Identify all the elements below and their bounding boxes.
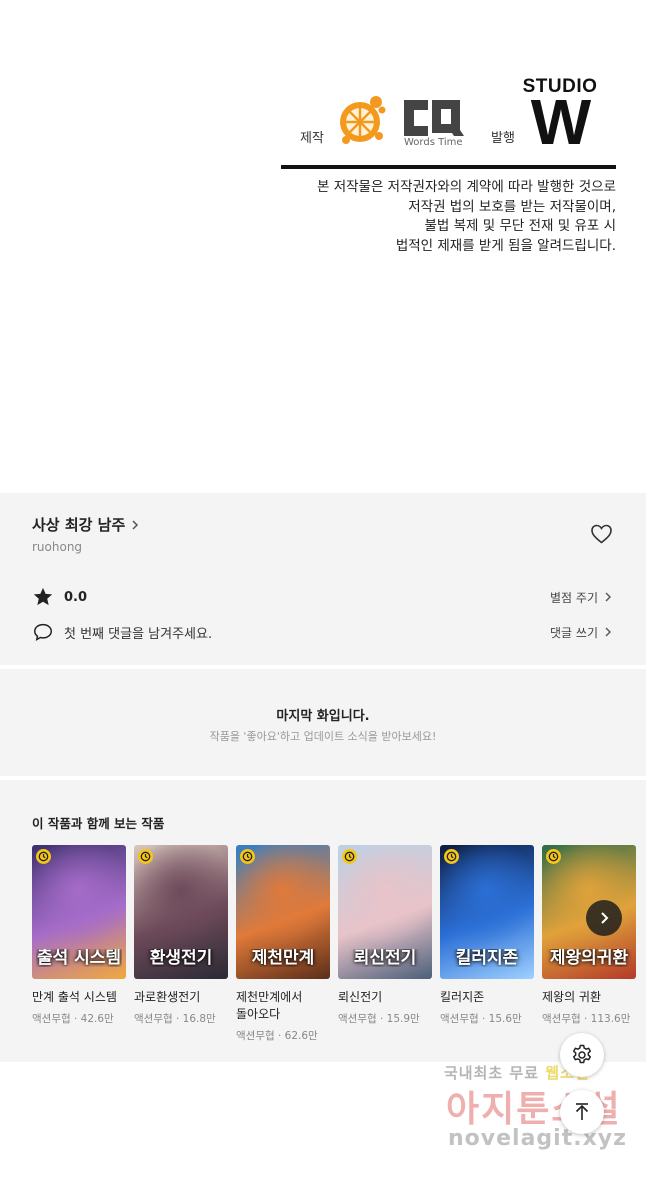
rating-row: 0.0 별점 주기 (32, 585, 614, 609)
chevron-right-icon (132, 519, 139, 530)
arrow-up-icon (575, 1103, 589, 1120)
clock-icon (444, 849, 459, 864)
publisher-label: 발행 (491, 131, 515, 146)
card-meta: 액션무협 · 113.6만 (542, 1013, 631, 1025)
notice-line: 불법 복제 및 무단 전재 및 유포 시 (424, 218, 617, 234)
work-title-link[interactable]: 사상 최강 남주 (32, 514, 142, 535)
recommendation-card[interactable]: 킬러지존 킬러지존 액션무협 · 15.6만 (440, 845, 534, 1026)
recommendations-heading: 이 작품과 함께 보는 작품 (32, 816, 165, 831)
card-title: 과로환생전기 (134, 990, 201, 1004)
scroll-top-button[interactable] (560, 1090, 604, 1134)
card-title: 뢰신전기 (338, 990, 383, 1004)
write-comment-label: 댓글 쓰기 (550, 625, 598, 640)
cover-image: 출석 시스템 (32, 845, 126, 979)
card-meta: 액션무협 · 62.6만 (236, 1030, 318, 1042)
card-meta: 액션무협 · 15.6만 (440, 1013, 522, 1025)
rate-button-label: 별점 주기 (550, 590, 598, 605)
cover-image: 뢰신전기 (338, 845, 432, 979)
card-title: 만계 출석 시스템 (32, 990, 117, 1004)
card-meta: 액션무협 · 42.6만 (32, 1013, 114, 1025)
recommendations-carousel: 출석 시스템 만계 출석 시스템 액션무협 · 42.6만 환생전기 과로환생전기 액션무… (32, 845, 646, 1045)
cover-title-text: 제왕의귀환 (549, 949, 629, 967)
credits-section: 제작 Words Time 발행 STUDIO W 본 저작물은 저작권자와의 … (0, 0, 646, 493)
work-info-panel: 사상 최강 남주 ruohong 0.0 별점 주기 첫 번째 댓글을 남겨주세… (0, 493, 646, 665)
recommendation-card[interactable]: 제천만계제천만계에서 돌아오다액션무협 · 62.6만 (236, 845, 330, 1043)
cq-logo-subtitle: Words Time (404, 137, 463, 148)
write-comment-button[interactable]: 댓글 쓰기 (550, 620, 614, 644)
clock-icon (342, 849, 357, 864)
recommendation-card[interactable]: 제왕의귀환제왕의 귀환액션무협 · 113.6만 (542, 845, 636, 1026)
comment-row: 첫 번째 댓글을 남겨주세요. 댓글 쓰기 (32, 620, 614, 644)
clock-icon (240, 849, 255, 864)
notice-line: 법적인 제재를 받게 됨을 알려드립니다. (395, 237, 616, 254)
card-title: 제왕의 귀환 (542, 990, 602, 1004)
cover-title-text: 뢰신전기 (353, 949, 417, 967)
card-meta: 액션무협 · 16.8만 (134, 1013, 216, 1025)
recommendation-card[interactable]: 뢰신전기 뢰신전기 액션무협 · 15.9만 (338, 845, 432, 1026)
rating-value: 0.0 (64, 589, 88, 605)
card-meta: 액션무협 · 15.9만 (338, 1013, 420, 1025)
chevron-right-icon (605, 627, 611, 637)
card-title: 킬러지존 (440, 990, 485, 1004)
clock-icon (36, 849, 51, 864)
star-icon (33, 587, 53, 606)
chevron-right-icon (605, 592, 611, 602)
watermark-line3: novelagit.xyz (448, 1126, 627, 1151)
last-episode-subtitle: 작품을 '좋아요'하고 업데이트 소식을 받아보세요! (209, 730, 437, 743)
last-episode-panel: 마지막 화입니다. 작품을 '좋아요'하고 업데이트 소식을 받아보세요! (0, 669, 646, 776)
chevron-right-icon (601, 912, 609, 924)
comment-prompt: 첫 번째 댓글을 남겨주세요. (64, 626, 213, 642)
gear-icon (572, 1044, 592, 1064)
rate-button[interactable]: 별점 주기 (550, 585, 614, 609)
notice-line: 본 저작물은 저작권자와의 계약에 따라 발행한 것으로 (317, 179, 616, 195)
card-title: 제천만계에서 돌아오다 (236, 990, 303, 1021)
cover-title-text: 제천만계 (251, 949, 315, 967)
copyright-notice: 본 저작물은 저작권자와의 계약에 따라 발행한 것으로 저작권 법의 보호를 … (256, 178, 616, 256)
studio-w-logo: STUDIO W (520, 76, 600, 156)
notice-line: 저작권 법의 보호를 받는 저작물이며, (408, 198, 616, 215)
author-name: ruohong (32, 540, 83, 554)
settings-button[interactable] (560, 1033, 604, 1077)
work-title: 사상 최강 남주 (32, 516, 126, 534)
clock-icon (546, 849, 561, 864)
cover-image: 킬러지존 (440, 845, 534, 979)
cover-title-text: 킬러지존 (455, 949, 519, 967)
recommendation-card[interactable]: 환생전기과로환생전기액션무협 · 16.8만 (134, 845, 228, 1026)
recommendations-panel: 이 작품과 함께 보는 작품 출석 시스템만계 출석 시스템액션무협 · 42.… (0, 780, 646, 1062)
heart-icon[interactable] (589, 522, 614, 546)
cover-image: 환생전기 (134, 845, 228, 979)
divider-rule (281, 165, 616, 169)
cover-image: 제천만계 (236, 845, 330, 979)
last-episode-title: 마지막 화입니다. (276, 709, 370, 724)
cover-title-text: 출석 시스템 (36, 949, 122, 967)
studio-letter: W (530, 86, 592, 158)
production-label: 제작 (300, 131, 324, 146)
clock-icon (138, 849, 153, 864)
recommendation-card[interactable]: 출석 시스템만계 출석 시스템액션무협 · 42.6만 (32, 845, 126, 1026)
carousel-next-button[interactable] (586, 900, 622, 936)
cover-title-text: 환생전기 (149, 949, 213, 967)
comment-icon (34, 623, 52, 641)
